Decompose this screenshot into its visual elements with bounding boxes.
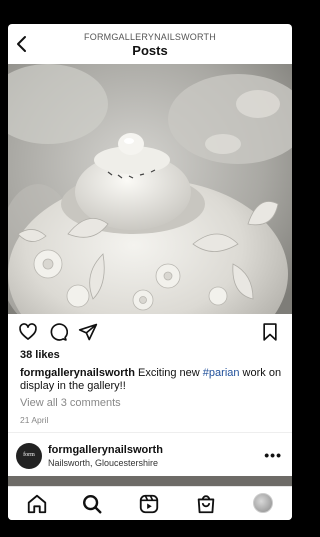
send-icon[interactable]: [78, 322, 98, 342]
shop-bag-icon[interactable]: [195, 493, 217, 515]
view-comments-link[interactable]: View all 3 comments: [20, 397, 121, 409]
reels-icon[interactable]: [138, 493, 160, 515]
next-post-image-preview: [8, 476, 292, 486]
heart-icon[interactable]: [18, 322, 38, 342]
profile-avatar[interactable]: [253, 493, 273, 513]
caption-username[interactable]: formgallerynailsworth: [20, 367, 135, 379]
more-options-icon[interactable]: •••: [264, 447, 282, 463]
caption-hashtag[interactable]: #parian: [203, 367, 240, 379]
next-post-header: form formgallerynailsworth Nailsworth, G…: [8, 441, 292, 475]
next-post-location[interactable]: Nailsworth, Gloucestershire: [48, 458, 158, 468]
top-bar: FORMGALLERYNAILSWORTH Posts: [8, 24, 292, 64]
divider: [8, 432, 292, 433]
post-date: 21 April: [20, 415, 49, 425]
post-image[interactable]: [8, 64, 292, 314]
bookmark-icon[interactable]: [260, 322, 280, 342]
post-actions: [8, 322, 292, 344]
likes-count[interactable]: 38 likes: [20, 349, 60, 361]
caption-text: Exciting new: [137, 367, 203, 379]
post-caption: formgallerynailsworth Exciting new #pari…: [20, 367, 284, 393]
comment-icon[interactable]: [48, 322, 68, 342]
page-title: Posts: [132, 43, 168, 58]
app-frame: FORMGALLERYNAILSWORTH Posts 38 likes for…: [8, 24, 292, 520]
avatar[interactable]: form: [16, 443, 42, 469]
avatar-text: form: [23, 452, 35, 458]
header-username: FORMGALLERYNAILSWORTH: [84, 32, 216, 42]
search-icon[interactable]: [81, 493, 103, 515]
bottom-tab-bar: [8, 486, 292, 520]
home-icon[interactable]: [26, 493, 48, 515]
next-post-username[interactable]: formgallerynailsworth: [48, 444, 163, 456]
